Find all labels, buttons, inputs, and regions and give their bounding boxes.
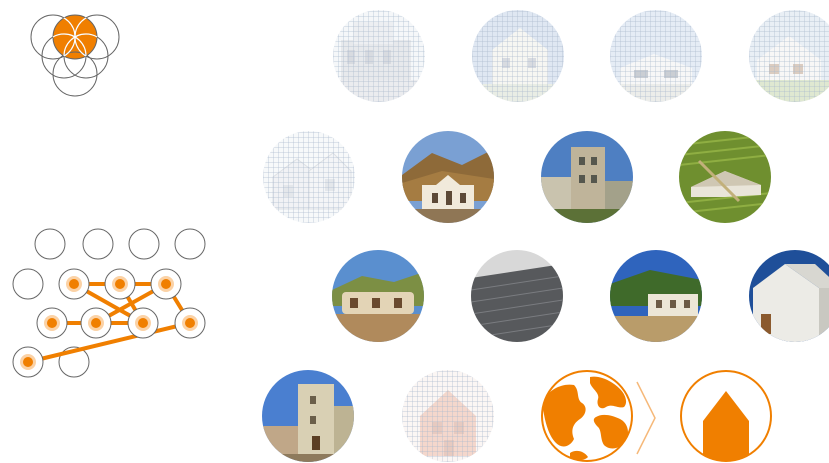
photo-hillside-winery	[610, 250, 702, 342]
photo-vineyard-aerial	[679, 131, 771, 223]
network-node	[127, 307, 159, 339]
network-node	[58, 268, 90, 300]
network-node	[36, 307, 68, 339]
overlapping-circles-logo-icon	[30, 14, 120, 97]
photo-metal-roof	[471, 250, 563, 342]
globe-icon	[541, 370, 633, 462]
photo-building-sketch	[333, 10, 425, 102]
network-node	[150, 268, 182, 300]
photo-white-gable-house	[749, 250, 829, 342]
network-node	[104, 268, 136, 300]
photo-white-house	[472, 10, 564, 102]
photo-aerial-house	[749, 10, 829, 102]
chevron-right-icon	[636, 381, 656, 455]
photo-house-sketch	[263, 131, 355, 223]
canvas	[0, 0, 829, 463]
network-node	[174, 307, 206, 339]
photo-tower-building	[541, 131, 633, 223]
photo-faded-red-house	[402, 370, 494, 462]
photo-stone-tower	[262, 370, 354, 462]
node-network-diagram-icon	[12, 228, 206, 378]
house-icon	[680, 370, 772, 462]
photo-modern-house	[610, 10, 702, 102]
network-node	[12, 346, 44, 378]
network-node	[80, 307, 112, 339]
photo-mountain-winery	[402, 131, 494, 223]
photo-courtyard-fisheye	[332, 250, 424, 342]
